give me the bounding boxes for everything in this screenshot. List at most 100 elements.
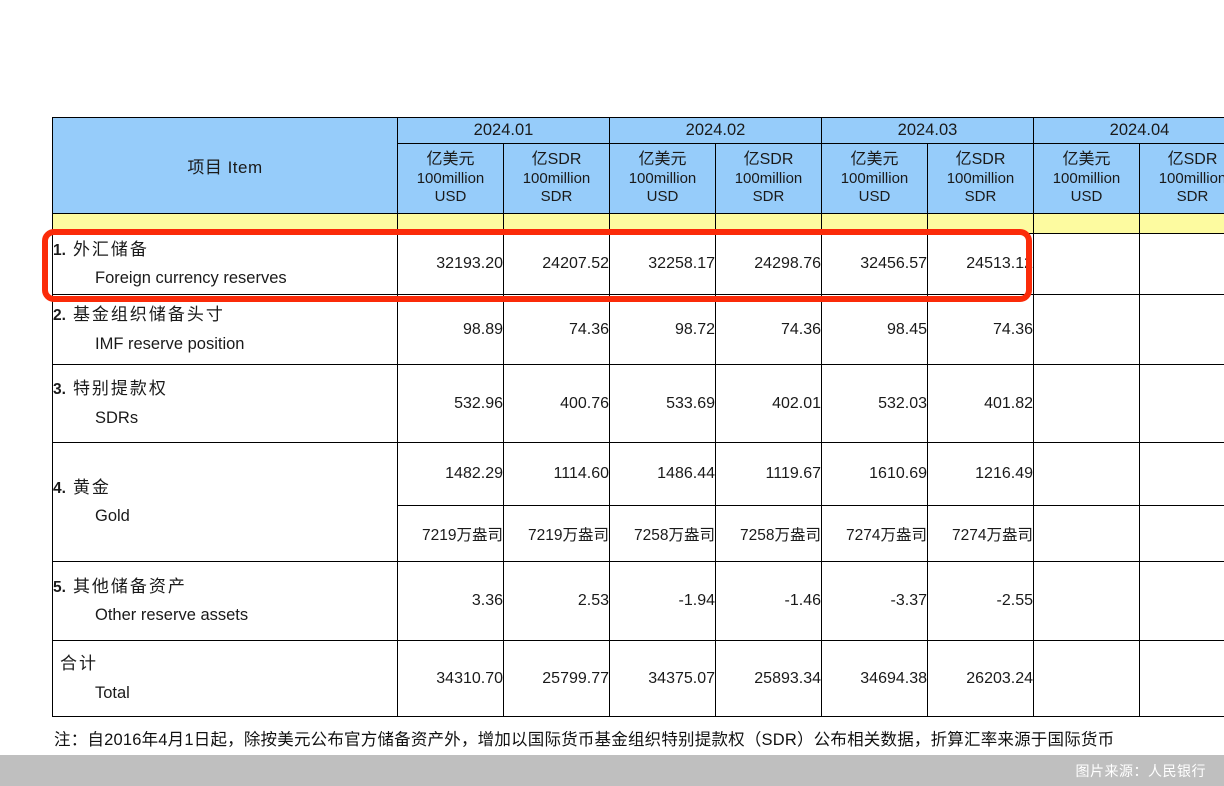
- cell-value: 2.53: [503, 561, 610, 641]
- page-root: 项目 Item 2024.01 2024.02 2024.03 2024.04 …: [0, 0, 1224, 786]
- cell-value: 24298.76: [715, 233, 822, 295]
- spacer-cell: [927, 213, 1034, 234]
- spacer-cell: [397, 213, 504, 234]
- cell-value-ounces: 7219万盎司: [503, 505, 610, 562]
- cell-value: 26203.24: [927, 640, 1034, 717]
- table-footnote: 注：自2016年4月1日起，除按美元公布官方储备资产外，增加以国际货币基金组织特…: [54, 731, 1115, 749]
- cell-value: 1216.49: [927, 442, 1034, 506]
- header-unit-usd-2024-02: 亿美元 100million USD: [609, 143, 716, 214]
- cell-value: 24207.52: [503, 233, 610, 295]
- spacer-cell: [821, 213, 928, 234]
- watermark-text: 图片来源：人民银行: [1075, 762, 1206, 779]
- row-label-en: Foreign currency reserves: [95, 269, 287, 288]
- unit-en2-label: SDR: [752, 188, 785, 206]
- row-label-cn-text: 黄金: [72, 477, 111, 497]
- unit-en2-label: USD: [1070, 188, 1103, 206]
- cell-value-empty: [1033, 294, 1140, 365]
- cell-value-ounces: 7274万盎司: [821, 505, 928, 562]
- cell-value: 74.36: [503, 294, 610, 365]
- row-label-en: SDRs: [95, 408, 139, 427]
- header-unit-sdr-2024-04: 亿SDR 100million SDR: [1139, 143, 1224, 214]
- cell-value-empty: [1033, 364, 1140, 443]
- cell-value: 32258.17: [609, 233, 716, 295]
- unit-en1-label: 100million: [946, 169, 1015, 187]
- cell-value: 400.76: [503, 364, 610, 443]
- header-unit-usd-2024-03: 亿美元 100million USD: [821, 143, 928, 214]
- cell-value: 402.01: [715, 364, 822, 443]
- header-unit-sdr-2024-01: 亿SDR 100million SDR: [503, 143, 610, 214]
- row-label-en: Gold: [95, 507, 130, 526]
- table-row: 4. 黄金 Gold 1482.29 1114.60 1486.44 1119.6…: [52, 442, 1224, 562]
- header-item-label: 项目 Item: [52, 117, 398, 214]
- cell-value-ounces: 7219万盎司: [397, 505, 504, 562]
- row-label-cn: 5. 其他储备资产: [53, 574, 397, 600]
- row-label-cn-text: 其他储备资产: [72, 576, 187, 596]
- unit-en1-label: 100million: [416, 169, 485, 187]
- row-label-sdrs: 3. 特别提款权 SDRs: [52, 364, 398, 443]
- cell-value: 25799.77: [503, 640, 610, 717]
- cell-value: 532.03: [821, 364, 928, 443]
- header-unit-usd-2024-04: 亿美元 100million USD: [1033, 143, 1140, 214]
- row-number: 4.: [53, 479, 66, 497]
- cell-value-empty: [1139, 640, 1224, 717]
- unit-en2-label: USD: [646, 188, 679, 206]
- cell-value: -2.55: [927, 561, 1034, 641]
- cell-value-empty: [1033, 505, 1140, 562]
- row-label-en: Total: [95, 683, 130, 702]
- unit-en2-label: SDR: [540, 188, 573, 206]
- unit-en2-label: USD: [434, 188, 467, 206]
- row-label-en: IMF reserve position: [95, 334, 245, 353]
- row-label-foreign-currency-reserves: 1. 外汇储备 Foreign currency reserves: [52, 233, 398, 295]
- spacer-cell: [1139, 213, 1224, 234]
- official-reserve-assets-table: 项目 Item 2024.01 2024.02 2024.03 2024.04 …: [52, 117, 1224, 717]
- cell-value: 24513.12: [927, 233, 1034, 295]
- cell-value: 1482.29: [397, 442, 504, 506]
- spacer-cell: [715, 213, 822, 234]
- cell-value: 34375.07: [609, 640, 716, 717]
- cell-value: 98.89: [397, 294, 504, 365]
- cell-value: 3.36: [397, 561, 504, 641]
- cell-value-empty: [1033, 233, 1140, 295]
- row-label-cn-text: 特别提款权: [72, 379, 168, 399]
- header-unit-usd-2024-01: 亿美元 100million USD: [397, 143, 504, 214]
- table-header: 项目 Item 2024.01 2024.02 2024.03 2024.04 …: [52, 117, 1224, 234]
- cell-value: 34310.70: [397, 640, 504, 717]
- header-spacer-row: [52, 213, 1224, 234]
- unit-cn-label: 亿美元: [426, 151, 475, 169]
- unit-en2-label: SDR: [1176, 188, 1209, 206]
- unit-en1-label: 100million: [1052, 169, 1121, 187]
- cell-value-empty: [1139, 505, 1224, 562]
- row-number: 1.: [53, 241, 66, 259]
- spacer-cell: [609, 213, 716, 234]
- row-label-cn: 3. 特别提款权: [53, 376, 397, 402]
- unit-cn-label: 亿美元: [850, 151, 899, 169]
- spacer-cell: [503, 213, 610, 234]
- row-number: 2.: [53, 307, 66, 325]
- cell-value-ounces: 7274万盎司: [927, 505, 1034, 562]
- row-label-cn: 2. 基金组织储备头寸: [53, 302, 397, 328]
- cell-value: -1.94: [609, 561, 716, 641]
- row-number: 3.: [53, 381, 66, 399]
- cell-value: 34694.38: [821, 640, 928, 717]
- table-row: 2. 基金组织储备头寸 IMF reserve position 98.89 74…: [52, 294, 1224, 365]
- unit-cn-label: 亿美元: [1062, 151, 1111, 169]
- spacer-cell: [52, 213, 398, 234]
- header-unit-sdr-2024-03: 亿SDR 100million SDR: [927, 143, 1034, 214]
- cell-value-empty: [1139, 561, 1224, 641]
- cell-value-empty: [1033, 561, 1140, 641]
- cell-value-empty: [1139, 294, 1224, 365]
- cell-value: 74.36: [715, 294, 822, 365]
- watermark-bar: 图片来源：人民银行: [0, 755, 1224, 786]
- header-month-2024-02: 2024.02: [609, 117, 822, 144]
- spacer-cell: [1033, 213, 1140, 234]
- header-month-2024-01: 2024.01: [397, 117, 610, 144]
- unit-cn-label: 亿SDR: [1167, 151, 1218, 169]
- row-label-other-reserve-assets: 5. 其他储备资产 Other reserve assets: [52, 561, 398, 641]
- header-month-2024-03: 2024.03: [821, 117, 1034, 144]
- cell-value: 1610.69: [821, 442, 928, 506]
- cell-value-empty: [1139, 442, 1224, 506]
- cell-value: 1119.67: [715, 442, 822, 506]
- cell-value: 98.45: [821, 294, 928, 365]
- row-label-en: Other reserve assets: [95, 606, 249, 625]
- unit-cn-label: 亿美元: [638, 151, 687, 169]
